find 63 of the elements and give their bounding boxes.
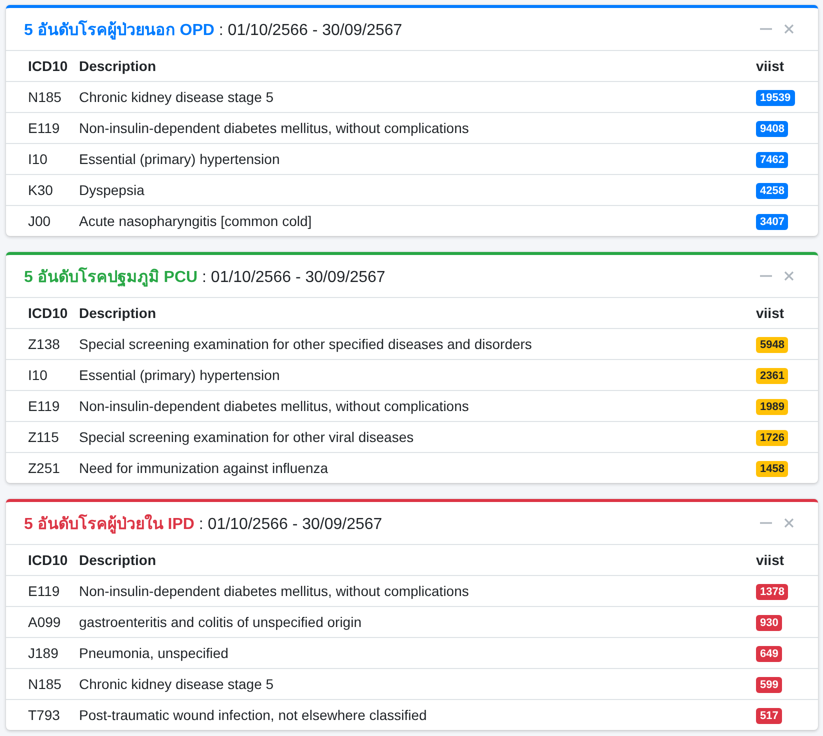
table-cell: A099 <box>6 606 79 638</box>
visit-count: 4258 <box>756 182 788 200</box>
minimize-icon[interactable] <box>760 275 772 277</box>
table-cell: I10 <box>6 360 79 390</box>
card-title: 5 อันดับโรคผู้ป่วยใน IPD : 01/10/2566 - 30/09/2567 <box>24 513 384 536</box>
visit-count: 649 <box>756 646 782 662</box>
column-header: ICD10 <box>6 51 79 82</box>
visit-count: 1989 <box>756 398 788 416</box>
table-cell: T793 <box>6 700 79 730</box>
table-cell: Non-insulin-dependent diabetes mellitus, without complications <box>79 112 756 144</box>
table-cell: J189 <box>6 638 79 668</box>
table-cell: Essential (primary) hypertension <box>79 360 756 390</box>
table-cell: Chronic kidney disease stage 5 <box>79 82 756 112</box>
table-cell: Need for immunization against influenza <box>79 452 756 483</box>
table-cell: E119 <box>6 390 79 422</box>
column-header: ICD10 <box>6 298 79 328</box>
visit-count: 599 <box>756 676 782 694</box>
table-cell: E119 <box>6 112 79 144</box>
visit-count: 19539 <box>756 90 795 106</box>
table-cell: E119 <box>6 576 79 606</box>
table-cell: N185 <box>6 82 79 112</box>
card-title: 5 อันดับโรคปฐมภูมิ PCU : 01/10/2566 - 30/09/2567 <box>24 266 386 288</box>
table-cell: Non-insulin-dependent diabetes mellitus, without complications <box>79 390 756 422</box>
visit-count: 9408 <box>756 120 788 138</box>
table-cell: Special screening examination for other specified diseases and disorders <box>79 328 756 360</box>
visit-count: 1378 <box>756 584 788 600</box>
table-cell: Z138 <box>6 328 79 360</box>
table-cell: Pneumonia, unspecified <box>79 638 756 668</box>
table-cell: Post-traumatic wound infection, not elsewhere classified <box>79 700 756 730</box>
table-cell: I10 <box>6 144 79 174</box>
minimize-icon[interactable] <box>760 28 772 30</box>
column-header: Description <box>79 298 756 328</box>
table-cell: Dyspepsia <box>79 174 756 206</box>
column-header: viist <box>756 298 818 328</box>
close-icon[interactable] <box>784 24 794 34</box>
column-header: Description <box>79 51 756 82</box>
minimize-icon[interactable] <box>760 522 772 524</box>
visit-count: 517 <box>756 708 782 724</box>
visit-count: 3407 <box>756 214 788 230</box>
table-cell: K30 <box>6 174 79 206</box>
column-header: viist <box>756 51 818 82</box>
table-cell: Z115 <box>6 422 79 452</box>
table-cell: Acute nasopharyngitis [common cold] <box>79 206 756 236</box>
close-icon[interactable] <box>784 271 794 281</box>
table-cell: Chronic kidney disease stage 5 <box>79 668 756 700</box>
table-cell: Special screening examination for other viral diseases <box>79 422 756 452</box>
column-header: Description <box>79 545 756 576</box>
table-cell: Non-insulin-dependent diabetes mellitus, without complications <box>79 576 756 606</box>
table-cell: Essential (primary) hypertension <box>79 144 756 174</box>
close-icon[interactable] <box>784 518 794 528</box>
visit-count: 1458 <box>756 460 788 478</box>
visit-count: 5948 <box>756 336 788 354</box>
visit-count: 2361 <box>756 368 788 384</box>
table-cell: Z251 <box>6 452 79 483</box>
visit-count: 1726 <box>756 430 788 446</box>
visit-count: 7462 <box>756 152 788 168</box>
table-cell: N185 <box>6 668 79 700</box>
table-cell: J00 <box>6 206 79 236</box>
visit-count: 930 <box>756 614 782 632</box>
table-cell: gastroenteritis and colitis of unspecified origin <box>79 606 756 638</box>
card-title: 5 อันดับโรคผู้ป่วยนอก OPD : 01/10/2566 - 30/09/2567 <box>24 19 404 42</box>
column-header: ICD10 <box>6 545 79 576</box>
column-header: viist <box>756 545 818 576</box>
